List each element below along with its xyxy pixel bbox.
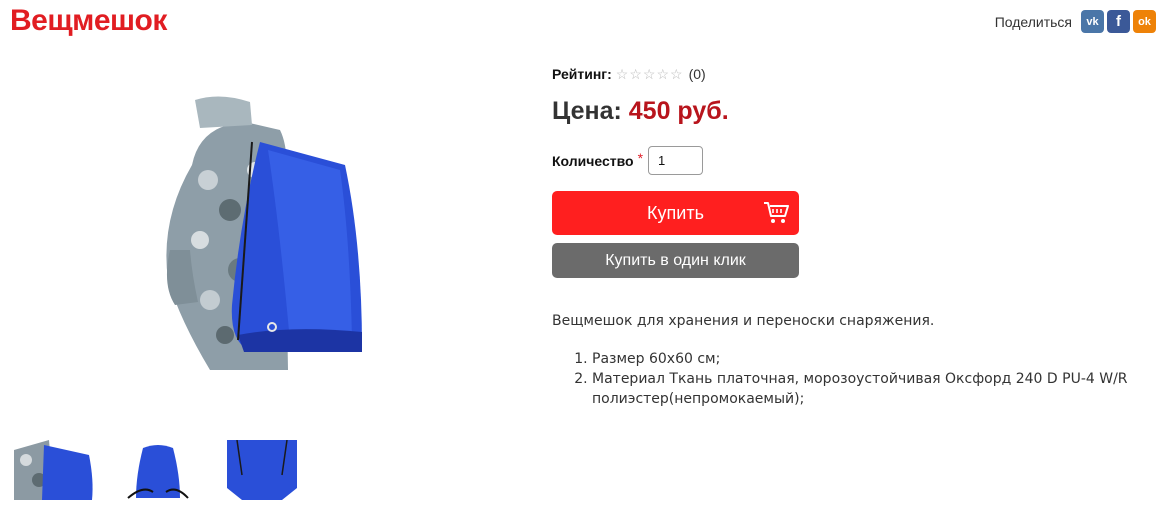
price: Цена: 450 руб. <box>552 97 729 126</box>
vk-icon: vk <box>1086 15 1099 28</box>
facebook-icon: f <box>1116 13 1121 30</box>
buy-one-click-button[interactable]: Купить в один клик <box>552 243 799 278</box>
thumbnail-3[interactable] <box>222 440 302 500</box>
list-item: Материал Ткань платочная, морозоустойчив… <box>592 369 1132 409</box>
cart-icon <box>764 202 789 223</box>
star-icon[interactable]: ☆ <box>629 67 642 81</box>
rating-count: (0) <box>688 66 706 82</box>
quantity-row: Количество * <box>552 146 704 175</box>
odnoklassniki-icon: ok <box>1138 15 1151 28</box>
backpack-front-photo-icon <box>118 440 198 500</box>
quantity-label: Количество <box>552 152 634 169</box>
backpack-worn-photo-icon <box>14 440 94 500</box>
required-mark: * <box>637 149 644 166</box>
star-icon[interactable]: ☆ <box>643 67 656 81</box>
description-list: Размер 60х60 см; Материал Ткань платочна… <box>552 349 1132 409</box>
thumbnail-1[interactable] <box>14 440 94 500</box>
quantity-input[interactable] <box>648 146 704 175</box>
price-value: 450 руб. <box>628 97 729 125</box>
rating-label: Рейтинг: <box>552 66 612 82</box>
product-description: Вещмешок для хранения и переноски снаряж… <box>552 313 1132 409</box>
rating: Рейтинг: ☆ ☆ ☆ ☆ ☆ (0) <box>552 66 706 82</box>
buy-button[interactable]: Купить <box>552 191 799 235</box>
list-item: Размер 60х60 см; <box>592 349 1132 369</box>
rating-stars: ☆ ☆ ☆ ☆ ☆ <box>616 67 683 81</box>
buy-button-label: Купить <box>647 202 704 223</box>
share-label: Поделиться <box>994 13 1072 30</box>
price-label: Цена: <box>552 97 622 125</box>
star-icon[interactable]: ☆ <box>656 67 669 81</box>
thumbnail-strip <box>14 440 302 500</box>
star-icon[interactable]: ☆ <box>670 67 683 81</box>
backpack-back-photo-icon <box>222 440 302 500</box>
description-intro: Вещмешок для хранения и переноски снаряж… <box>552 313 935 329</box>
star-icon[interactable]: ☆ <box>616 67 629 81</box>
thumbnail-2[interactable] <box>118 440 198 500</box>
page-title: Вещмешок <box>10 4 167 37</box>
share-bar: Поделиться vk f ok <box>995 10 1156 33</box>
backpack-photo-icon <box>140 70 378 415</box>
facebook-share-button[interactable]: f <box>1107 10 1130 33</box>
vk-share-button[interactable]: vk <box>1081 10 1104 33</box>
odnoklassniki-share-button[interactable]: ok <box>1133 10 1156 33</box>
main-product-image[interactable] <box>140 70 378 415</box>
